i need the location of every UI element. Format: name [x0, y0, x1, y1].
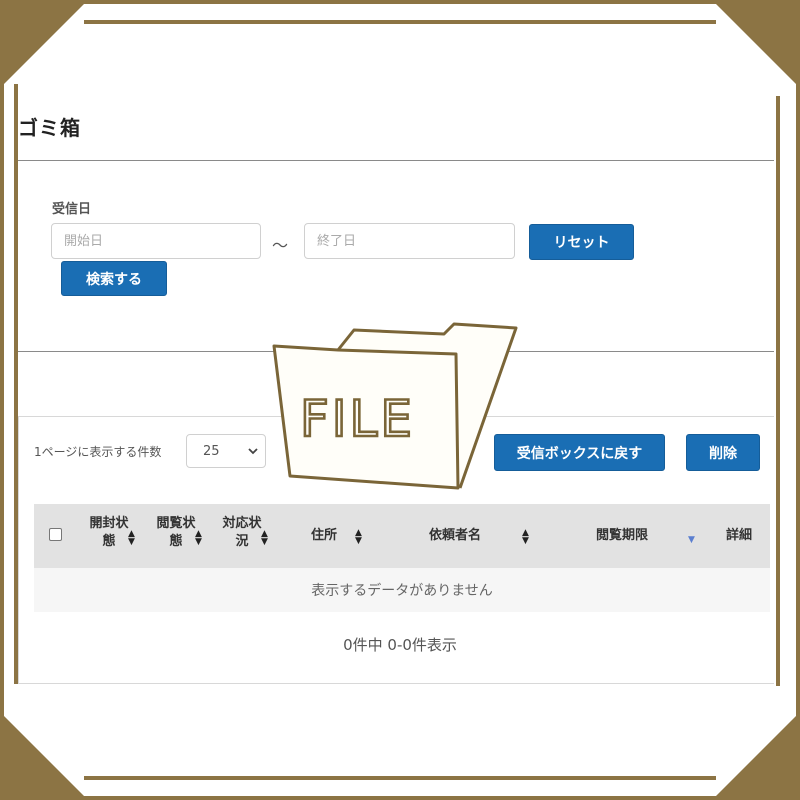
sort-icon[interactable]: ▲ ▼: [128, 530, 135, 547]
table-header: [34, 504, 770, 568]
file-overlay-text: FILE: [300, 390, 415, 448]
sort-icon[interactable]: ▲ ▼: [195, 530, 202, 547]
date-range-separator: ～: [272, 236, 289, 255]
sort-icon[interactable]: ▲ ▼: [261, 530, 268, 547]
chevron-down-icon: [247, 443, 259, 462]
delete-button[interactable]: 削除: [686, 434, 760, 471]
start-date-input[interactable]: [51, 223, 261, 259]
frame-line-top: [84, 20, 716, 24]
empty-table-message: 表示するデータがありません: [34, 568, 770, 612]
search-button[interactable]: 検索する: [61, 261, 167, 296]
page-title: ゴミ箱: [18, 116, 81, 140]
column-requester-name[interactable]: 依頼者名: [418, 527, 492, 545]
column-viewed-status[interactable]: 閲覧状 態: [153, 515, 199, 551]
file-folder-icon: FILE: [272, 322, 518, 490]
frame-corner-bottom-left: [4, 716, 84, 796]
frame-border-top-outer: [0, 0, 800, 4]
column-address[interactable]: 住所: [300, 527, 348, 545]
column-view-deadline[interactable]: 閲覧期限: [585, 527, 659, 545]
frame-corner-top-right: [716, 4, 796, 84]
sort-desc-active-icon[interactable]: ▼: [688, 536, 695, 545]
pagination-summary: 0件中 0-0件表示: [343, 636, 457, 654]
column-handled-status[interactable]: 対応状 況: [219, 515, 265, 551]
sort-icon[interactable]: ▲ ▼: [522, 529, 529, 546]
frame-border-bottom-outer: [0, 796, 800, 800]
per-page-value: 25: [203, 443, 220, 459]
frame-line-bottom: [84, 776, 716, 780]
title-divider: [18, 160, 774, 161]
sort-icon[interactable]: ▲ ▼: [355, 529, 362, 546]
per-page-select[interactable]: 25: [186, 434, 266, 468]
end-date-input[interactable]: [304, 223, 515, 259]
per-page-label: 1ページに表示する件数: [34, 445, 162, 459]
received-date-label: 受信日: [52, 202, 92, 217]
column-opened-status[interactable]: 開封状 態: [86, 515, 132, 551]
frame-corner-top-left: [4, 4, 84, 84]
frame-line-right: [776, 96, 780, 686]
column-detail: 詳細: [725, 528, 752, 543]
reset-button[interactable]: リセット: [529, 224, 634, 260]
select-all-checkbox[interactable]: [49, 528, 62, 541]
frame-border-left-outer: [0, 0, 4, 800]
frame-border-right-outer: [796, 0, 800, 800]
frame-corner-bottom-right: [716, 716, 796, 796]
